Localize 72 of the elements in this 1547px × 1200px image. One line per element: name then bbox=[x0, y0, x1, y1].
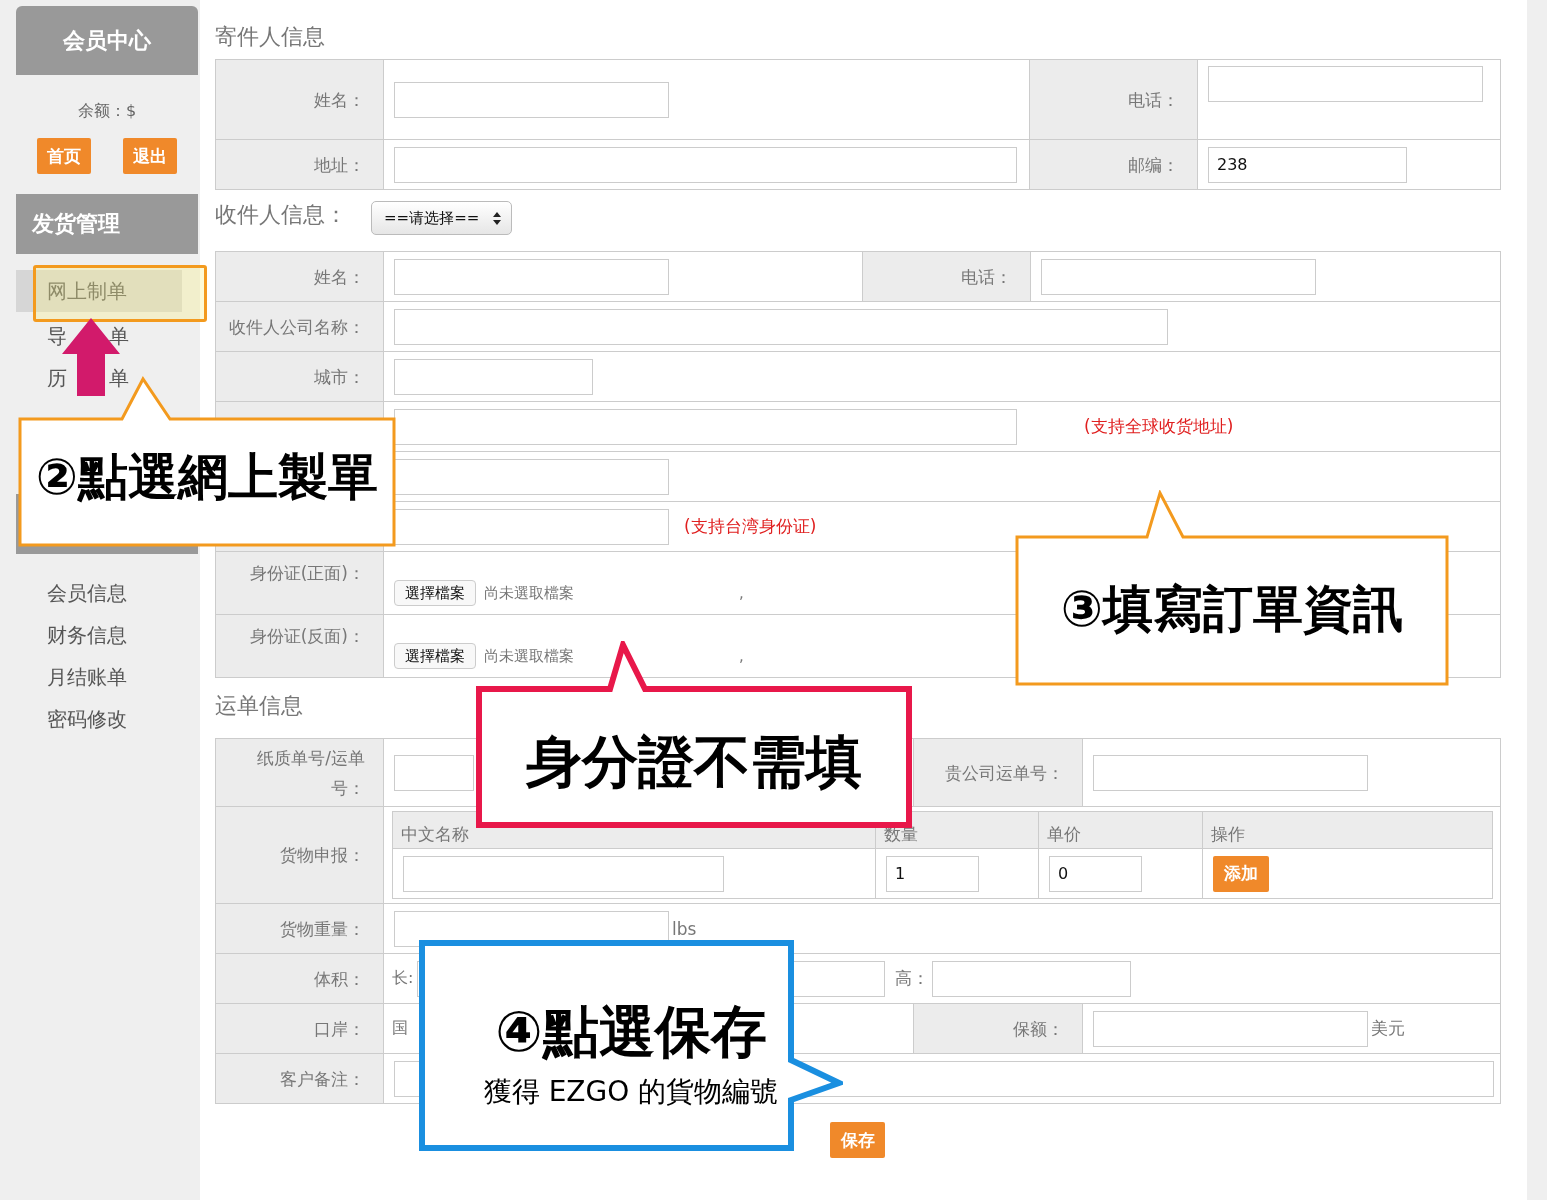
field-label: 电话： bbox=[1128, 89, 1179, 110]
field-label: 货物申报： bbox=[280, 845, 365, 865]
sidebar-item[interactable]: 会员信息 bbox=[16, 572, 198, 614]
choose-file-button[interactable]: 選擇檔案 bbox=[394, 580, 476, 606]
field-label: 身份证(反面)： bbox=[249, 626, 365, 646]
field-label: 纸质单号/运单号： bbox=[257, 747, 365, 798]
sidebar-item[interactable]: 密码修改 bbox=[16, 698, 198, 740]
file-status: 尚未選取檔案 bbox=[484, 646, 574, 666]
field-label: 货物重量： bbox=[280, 918, 365, 939]
separator-mark: , bbox=[739, 584, 744, 602]
separator-mark: , bbox=[739, 647, 744, 665]
input-field[interactable] bbox=[394, 458, 669, 495]
field-label: 地址： bbox=[314, 154, 365, 175]
callout-text: 獲得 EZGO 的貨物編號 bbox=[483, 1075, 779, 1108]
callout-title: ④點選保存 bbox=[495, 999, 767, 1064]
file-status: 尚未選取檔案 bbox=[484, 583, 574, 603]
input-field[interactable] bbox=[932, 960, 1132, 997]
input-field[interactable] bbox=[394, 508, 669, 545]
field-label: 国 bbox=[392, 1018, 408, 1037]
field-label: 城市： bbox=[314, 366, 365, 387]
field-label: 姓名： bbox=[314, 266, 365, 287]
callout-title: ③填寫訂單資訊 bbox=[1060, 580, 1404, 638]
field-label: 高： bbox=[895, 967, 930, 990]
section-title: 寄件人信息 bbox=[215, 23, 325, 51]
sidebar-header: 会员中心 bbox=[16, 6, 198, 75]
input-field[interactable] bbox=[394, 408, 1017, 445]
hint-text: (支持台湾身份证) bbox=[684, 515, 817, 538]
section-title: 收件人信息： bbox=[215, 201, 347, 229]
field-label: 邮编： bbox=[1128, 154, 1179, 175]
section-title: 运单信息 bbox=[215, 692, 303, 720]
field-label: 保额： bbox=[1013, 1018, 1064, 1039]
choose-file-button[interactable]: 選擇檔案 bbox=[394, 643, 476, 669]
callout-title: ②點選網上製單 bbox=[35, 448, 379, 506]
field-label: 口岸： bbox=[314, 1018, 365, 1039]
input-field[interactable] bbox=[394, 754, 474, 791]
field-label: 长: bbox=[392, 968, 414, 989]
input-field[interactable] bbox=[1093, 1010, 1368, 1047]
sidebar-section-title: 发货管理 bbox=[16, 194, 198, 254]
sidebar-item[interactable]: 历 bbox=[47, 368, 67, 388]
sidebar-item[interactable]: 月结账单 bbox=[16, 656, 198, 698]
input-field[interactable]: 0 bbox=[1049, 855, 1142, 892]
sidebar-item[interactable]: 单 bbox=[109, 368, 129, 388]
sidebar-item[interactable]: 导 bbox=[47, 326, 67, 346]
input-field[interactable]: 1 bbox=[886, 855, 979, 892]
input-field[interactable] bbox=[1093, 754, 1368, 791]
input-field[interactable] bbox=[394, 81, 669, 118]
field-label: 收件人公司名称： bbox=[229, 316, 365, 337]
updown-icon bbox=[493, 211, 501, 225]
callout-title: 身分證不需填 bbox=[526, 729, 862, 794]
input-field[interactable] bbox=[1041, 258, 1316, 295]
field-label: 贵公司运单号： bbox=[945, 762, 1064, 783]
input-field[interactable]: 238 bbox=[1208, 146, 1407, 183]
input-field[interactable] bbox=[394, 308, 1168, 345]
field-label: 体积： bbox=[314, 968, 365, 989]
dropdown[interactable]: ==请选择== bbox=[371, 201, 512, 235]
input-field[interactable] bbox=[394, 358, 593, 395]
input-field[interactable] bbox=[394, 258, 669, 295]
field-label: 客户备注： bbox=[280, 1068, 365, 1089]
column-header: 单价 bbox=[1038, 811, 1203, 849]
input-field[interactable] bbox=[394, 146, 1017, 183]
sidebar-item[interactable]: 财务信息 bbox=[16, 614, 198, 656]
sidebar-item[interactable]: 单 bbox=[109, 326, 129, 346]
input-field[interactable] bbox=[1208, 66, 1483, 102]
hint-text: (支持全球收货地址) bbox=[1084, 415, 1234, 438]
field-label: 电话： bbox=[961, 266, 1012, 287]
unit-label: 美元 bbox=[1371, 1017, 1405, 1040]
column-header: 操作 bbox=[1202, 811, 1493, 849]
field-label: 姓名： bbox=[314, 89, 365, 110]
balance-text: 余额：$ bbox=[76, 101, 138, 122]
input-field[interactable] bbox=[403, 855, 724, 892]
unit-label: lbs bbox=[672, 918, 697, 939]
field-label: 身份证(正面)： bbox=[249, 563, 365, 583]
